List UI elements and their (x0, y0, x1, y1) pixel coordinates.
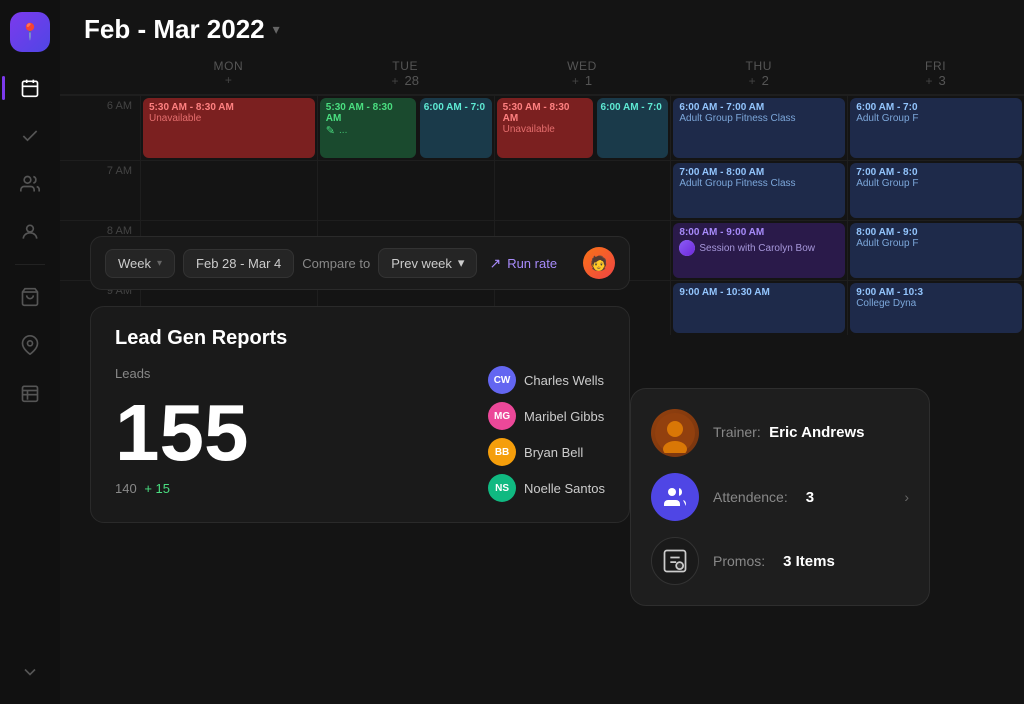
leads-count: 155 (115, 393, 248, 473)
avatar: BB (488, 438, 516, 466)
cal-cell-tue-6am[interactable]: 5:30 AM - 8:30 AM ✎ ... 6:00 AM - 7:0 (317, 95, 494, 160)
fri-add-btn[interactable]: + (925, 74, 932, 88)
user-avatar[interactable]: 🧑 (583, 247, 615, 279)
wed-teal-event[interactable]: 6:00 AM - 7:0 (597, 98, 669, 158)
cal-cell-wed-6am[interactable]: 5:30 AM - 8:30 AM Unavailable 6:00 AM - … (494, 95, 671, 160)
cal-row-6am: 6 AM 5:30 AM - 8:30 AM Unavailable 5:30 … (60, 95, 1024, 160)
report-title: Lead Gen Reports (115, 327, 605, 350)
sidebar: 📍 (0, 0, 60, 704)
sidebar-divider (15, 264, 45, 265)
sidebar-item-person[interactable] (10, 212, 50, 252)
sidebar-item-check[interactable] (10, 116, 50, 156)
time-7am: 7 AM (60, 160, 140, 220)
lead-list: CW Charles Wells MG Maribel Gibbs BB Bry… (488, 366, 605, 502)
sidebar-item-bag[interactable] (10, 277, 50, 317)
compare-to-label: Compare to (302, 256, 370, 271)
cal-cell-fri-8am[interactable]: 8:00 AM - 9:0 Adult Group F (847, 220, 1024, 280)
header: Feb - Mar 2022 ▾ (60, 0, 1024, 59)
cal-cell-wed-7am[interactable] (494, 160, 671, 220)
tue-unavail-event[interactable]: 5:30 AM - 8:30 AM ✎ ... (320, 98, 416, 158)
cal-cell-fri-9am[interactable]: 9:00 AM - 10:3 College Dyna (847, 280, 1024, 335)
sidebar-item-people[interactable] (10, 164, 50, 204)
attendence-row[interactable]: Attendence: 3 › (651, 473, 909, 521)
leads-plus: + 15 (144, 481, 170, 496)
list-item[interactable]: CW Charles Wells (488, 366, 605, 394)
cal-cell-mon-7am[interactable] (140, 160, 317, 220)
sidebar-item-more[interactable] (10, 652, 50, 692)
leads-sub: 140 + 15 (115, 481, 248, 496)
cal-cell-mon-6am[interactable]: 5:30 AM - 8:30 AM Unavailable (140, 95, 317, 160)
prev-week-button[interactable]: Prev week ▾ (378, 248, 477, 278)
app-logo[interactable]: 📍 (10, 12, 50, 52)
list-item[interactable]: BB Bryan Bell (488, 438, 605, 466)
title-chevron-icon[interactable]: ▾ (273, 21, 280, 38)
overlay-panel: Week ▾ Feb 28 - Mar 4 Compare to Prev we… (90, 236, 630, 523)
cal-cell-tue-7am[interactable] (317, 160, 494, 220)
run-rate-button[interactable]: ↗ Run rate (489, 255, 557, 272)
promos-icon (651, 537, 699, 585)
tue-teal-event[interactable]: 6:00 AM - 7:0 (420, 98, 492, 158)
trend-icon: ↗ (489, 255, 501, 272)
week-chevron-icon: ▾ (157, 258, 162, 269)
thu-navy3-event[interactable]: 9:00 AM - 10:30 AM (673, 283, 845, 333)
attendence-chevron-icon: › (904, 489, 909, 505)
fri-navy3-event[interactable]: 8:00 AM - 9:0 Adult Group F (850, 223, 1022, 278)
cal-cell-thu-8am[interactable]: 8:00 AM - 9:00 AM Session with Carolyn B… (670, 220, 847, 280)
sidebar-item-calendar[interactable] (10, 68, 50, 108)
fri-navy2-event[interactable]: 7:00 AM - 8:0 Adult Group F (850, 163, 1022, 218)
fri-navy4-event[interactable]: 9:00 AM - 10:3 College Dyna (850, 283, 1022, 333)
time-6am: 6 AM (60, 95, 140, 155)
session-popup: Trainer: Eric Andrews Attendence: 3 › Pr… (630, 388, 930, 606)
week-selector-button[interactable]: Week ▾ (105, 249, 175, 278)
cal-cell-thu-9am[interactable]: 9:00 AM - 10:30 AM (670, 280, 847, 335)
cal-cell-fri-7am[interactable]: 7:00 AM - 8:0 Adult Group F (847, 160, 1024, 220)
sidebar-item-schedule[interactable] (10, 373, 50, 413)
avatar: CW (488, 366, 516, 394)
wed-add-btn[interactable]: + (572, 74, 579, 88)
cal-day-thu: THU + 2 (670, 59, 847, 88)
list-item[interactable]: MG Maribel Gibbs (488, 402, 605, 430)
cal-day-fri: FRI + 3 (847, 59, 1024, 88)
cal-cell-thu-6am[interactable]: 6:00 AM - 7:00 AM Adult Group Fitness Cl… (670, 95, 847, 160)
sidebar-item-location[interactable] (10, 325, 50, 365)
trainer-info: Trainer: Eric Andrews (713, 424, 864, 442)
toolbar: Week ▾ Feb 28 - Mar 4 Compare to Prev we… (90, 236, 630, 290)
prev-week-chevron-icon: ▾ (458, 255, 465, 271)
tue-add-btn[interactable]: + (391, 74, 398, 88)
thu-session-event[interactable]: 8:00 AM - 9:00 AM Session with Carolyn B… (673, 223, 845, 278)
promos-row[interactable]: Promos: 3 Items (651, 537, 909, 585)
mon-unavail-event[interactable]: 5:30 AM - 8:30 AM Unavailable (143, 98, 315, 158)
thu-navy1-event[interactable]: 6:00 AM - 7:00 AM Adult Group Fitness Cl… (673, 98, 845, 158)
cal-day-tue: TUE + 28 (317, 59, 494, 88)
trainer-avatar (651, 409, 699, 457)
list-item[interactable]: NS Noelle Santos (488, 474, 605, 502)
thu-navy2-event[interactable]: 7:00 AM - 8:00 AM Adult Group Fitness Cl… (673, 163, 845, 218)
cal-row-7am: 7 AM 7:00 AM - 8:00 AM Adult Group Fitne… (60, 160, 1024, 220)
attendence-icon (651, 473, 699, 521)
cal-cell-fri-6am[interactable]: 6:00 AM - 7:0 Adult Group F (847, 95, 1024, 160)
wed-unavail-event[interactable]: 5:30 AM - 8:30 AM Unavailable (497, 98, 593, 158)
cal-day-wed: WED + 1 (494, 59, 671, 88)
cal-day-mon: MON + (140, 59, 317, 88)
fri-navy1-event[interactable]: 6:00 AM - 7:0 Adult Group F (850, 98, 1022, 158)
thu-add-btn[interactable]: + (749, 74, 756, 88)
mon-add-btn[interactable]: + (225, 73, 232, 87)
avatar: NS (488, 474, 516, 502)
page-title: Feb - Mar 2022 (84, 14, 265, 45)
trainer-row: Trainer: Eric Andrews (651, 409, 909, 457)
cal-cell-thu-7am[interactable]: 7:00 AM - 8:00 AM Adult Group Fitness Cl… (670, 160, 847, 220)
leads-label: Leads (115, 366, 248, 381)
date-range-button[interactable]: Feb 28 - Mar 4 (183, 249, 294, 278)
report-card: Lead Gen Reports Leads 155 140 + 15 CW C… (90, 306, 630, 523)
avatar: MG (488, 402, 516, 430)
